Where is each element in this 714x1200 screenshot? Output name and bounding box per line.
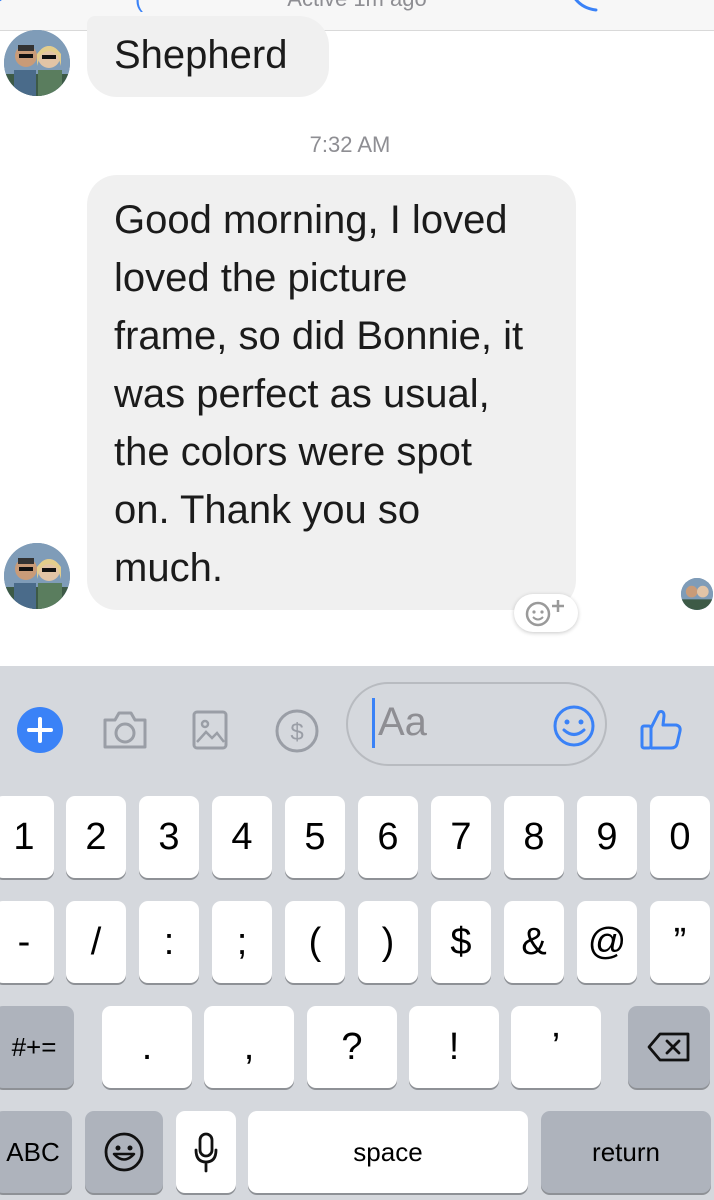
key-8[interactable]: 8 [504,796,564,878]
key-quote[interactable]: ” [650,901,710,983]
key-exclamation[interactable]: ! [409,1006,499,1088]
emoji-keyboard-key[interactable] [85,1111,163,1193]
sender-avatar[interactable] [4,543,70,609]
dollar-icon[interactable]: $ [274,708,320,759]
svg-text:$: $ [290,719,303,746]
key-5[interactable]: 5 [285,796,345,878]
key-semicolon[interactable]: ; [212,901,272,983]
text-caret [372,698,375,748]
message-input[interactable]: Aa [346,682,607,766]
emoji-icon[interactable] [552,704,596,753]
key-close-paren[interactable]: ) [358,901,418,983]
numeric-keyboard: 1 2 3 4 5 6 7 8 9 0 - / : ; ( ) $ & @ ” … [0,784,714,1200]
emoji-icon [104,1132,144,1172]
sender-avatar[interactable] [4,30,70,96]
message-bubble-shepherd[interactable]: Shepherd [87,16,329,97]
key-1[interactable]: 1 [0,796,54,878]
thumbs-up-icon[interactable] [638,706,684,757]
plus-icon[interactable] [16,706,64,759]
key-at[interactable]: @ [577,901,637,983]
key-9[interactable]: 9 [577,796,637,878]
key-2[interactable]: 2 [66,796,126,878]
active-status: Active 1m ago [0,0,714,12]
key-period[interactable]: . [102,1006,192,1088]
key-open-paren[interactable]: ( [285,901,345,983]
key-7[interactable]: 7 [431,796,491,878]
message-input-placeholder: Aa [378,700,427,744]
delete-key[interactable] [628,1006,710,1088]
message-timestamp: 7:32 AM [309,132,391,157]
key-apostrophe[interactable]: ’ [511,1006,601,1088]
key-colon[interactable]: : [139,901,199,983]
key-question[interactable]: ? [307,1006,397,1088]
message-bubble-good-morning[interactable]: Good morning, I loved loved the picture … [87,175,576,610]
key-abc[interactable]: ABC [0,1111,72,1193]
message-composer: $ Aa [0,666,714,784]
read-receipt-avatar [681,578,713,610]
key-comma[interactable]: , [204,1006,294,1088]
key-dollar[interactable]: $ [431,901,491,983]
return-key[interactable]: return [541,1111,711,1193]
camera-icon[interactable] [100,708,150,757]
phone-icon[interactable] [566,0,602,21]
backspace-icon [647,1032,690,1062]
key-4[interactable]: 4 [212,796,272,878]
image-icon[interactable] [191,708,229,757]
microphone-icon [194,1132,218,1173]
add-reaction-button[interactable] [514,594,578,632]
key-hyphen[interactable]: - [0,901,54,983]
key-3[interactable]: 3 [139,796,199,878]
dictation-key[interactable] [176,1111,236,1193]
key-6[interactable]: 6 [358,796,418,878]
key-0[interactable]: 0 [650,796,710,878]
space-key[interactable]: space [248,1111,528,1193]
key-ampersand[interactable]: & [504,901,564,983]
add-reaction-icon [525,600,564,627]
key-more-symbols[interactable]: #+= [0,1006,74,1088]
key-slash[interactable]: / [66,901,126,983]
